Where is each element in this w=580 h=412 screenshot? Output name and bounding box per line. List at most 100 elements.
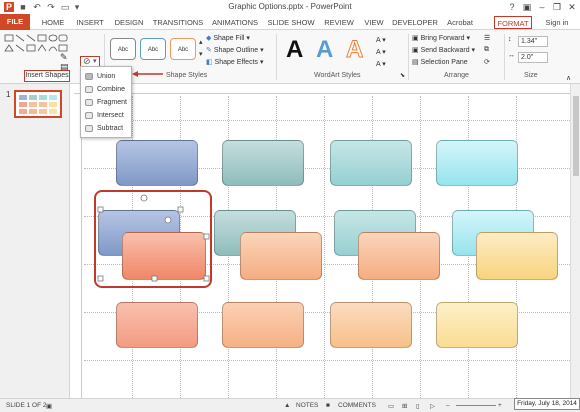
date-tooltip: Friday, July 18, 2014 bbox=[514, 398, 580, 410]
status-bar: SLIDE 1 OF 2 ▣ ▲ NOTES ■ COMMENTS ▭ ⊞ ▯ … bbox=[0, 398, 580, 412]
normal-view-icon[interactable]: ▭ bbox=[388, 402, 394, 410]
menu-item-intersect[interactable]: Intersect bbox=[81, 109, 131, 122]
slide-canvas[interactable] bbox=[84, 96, 570, 398]
wordart-style-2[interactable]: A bbox=[316, 36, 333, 64]
shape-height-input[interactable]: 1.34" bbox=[518, 36, 548, 47]
tab-format[interactable]: FORMAT bbox=[494, 16, 532, 29]
shape-effects-button[interactable]: ◧ Shape Effects ▾ bbox=[206, 58, 264, 66]
subtract-icon bbox=[85, 125, 93, 132]
text-effects-icon[interactable]: A ▾ bbox=[376, 60, 386, 68]
shape-rounded-rect[interactable] bbox=[436, 302, 518, 348]
shape-rounded-rect[interactable] bbox=[476, 232, 558, 280]
group-icon[interactable]: ⧉ bbox=[484, 46, 489, 54]
zoom-in-icon[interactable]: + bbox=[498, 402, 502, 409]
wordart-style-1[interactable]: A bbox=[286, 36, 303, 64]
title-bar: P ■ ↶ ↷ ▭ ▾ Graphic Options.pptx - Power… bbox=[0, 0, 580, 14]
tab-slide-show[interactable]: SLIDE SHOW bbox=[266, 16, 316, 29]
shape-rounded-rect[interactable] bbox=[116, 140, 198, 186]
shape-rounded-rect[interactable] bbox=[116, 302, 198, 348]
shape-styles-group-label: Shape Styles bbox=[166, 72, 208, 79]
align-icon[interactable]: ☰ bbox=[484, 34, 490, 42]
tab-insert[interactable]: INSERT bbox=[74, 16, 106, 29]
send-backward-button[interactable]: ▣ Send Backward ▾ bbox=[412, 46, 475, 54]
zoom-out-icon[interactable]: – bbox=[446, 402, 450, 409]
wordart-dialog-launcher-icon[interactable]: ⬊ bbox=[400, 72, 405, 79]
height-icon: ↕ bbox=[508, 36, 512, 43]
tab-review[interactable]: REVIEW bbox=[322, 16, 356, 29]
menu-item-label: Intersect bbox=[97, 112, 124, 119]
selection-pane-button[interactable]: ▤ Selection Pane bbox=[412, 58, 468, 66]
help-icon[interactable]: ? bbox=[505, 1, 519, 13]
menu-item-label: Subtract bbox=[97, 125, 124, 132]
shape-rounded-rect[interactable] bbox=[240, 232, 322, 280]
shape-fill-button[interactable]: ◆ Shape Fill ▾ bbox=[206, 34, 250, 42]
menu-item-subtract[interactable]: Subtract bbox=[81, 122, 131, 135]
tab-acrobat[interactable]: Acrobat bbox=[444, 16, 476, 29]
menu-item-union[interactable]: Union bbox=[81, 70, 131, 83]
arrange-group-label: Arrange bbox=[444, 72, 469, 79]
collapse-ribbon-icon[interactable]: ∧ bbox=[566, 74, 571, 82]
tab-file[interactable]: FILE bbox=[0, 14, 30, 30]
menu-item-label: Combine bbox=[97, 86, 126, 93]
shape-width-input[interactable]: 2.0" bbox=[518, 52, 548, 63]
tab-animations[interactable]: ANIMATIONS bbox=[210, 16, 260, 29]
intersect-icon bbox=[85, 112, 93, 119]
shape-rounded-rect[interactable] bbox=[436, 140, 518, 186]
close-button[interactable]: ✕ bbox=[565, 1, 579, 13]
shape-rounded-rect[interactable] bbox=[330, 302, 412, 348]
menu-item-label: Union bbox=[97, 73, 116, 80]
text-outline-icon[interactable]: A ▾ bbox=[376, 48, 386, 56]
shape-rounded-rect[interactable] bbox=[358, 232, 440, 280]
wordart-group-label: WordArt Styles bbox=[314, 72, 361, 79]
shape-style-1[interactable]: Abc bbox=[110, 38, 136, 60]
vertical-scrollbar[interactable] bbox=[570, 84, 580, 398]
shape-rounded-rect[interactable] bbox=[222, 302, 304, 348]
shape-style-2[interactable]: Abc bbox=[140, 38, 166, 60]
slides-pane: 1 bbox=[0, 84, 70, 398]
bring-forward-button[interactable]: ▣ Bring Forward ▾ bbox=[412, 34, 470, 42]
tab-developer[interactable]: DEVELOPER bbox=[392, 16, 438, 29]
menu-item-combine[interactable]: Combine bbox=[81, 83, 131, 96]
gallery-scroll-up-icon[interactable]: ▴ bbox=[199, 38, 203, 46]
tab-design[interactable]: DESIGN bbox=[112, 16, 146, 29]
sign-in-link[interactable]: Sign in bbox=[540, 16, 574, 29]
fragment-icon bbox=[85, 99, 93, 106]
text-fill-icon[interactable]: A ▾ bbox=[376, 36, 386, 44]
slide-thumbnail[interactable] bbox=[14, 90, 62, 118]
tab-view[interactable]: VIEW bbox=[362, 16, 386, 29]
shape-outline-button[interactable]: ✎ Shape Outline ▾ bbox=[206, 46, 264, 54]
restore-button[interactable]: ❐ bbox=[550, 1, 564, 13]
ribbon-divider bbox=[408, 34, 409, 80]
slide-sorter-icon[interactable]: ⊞ bbox=[402, 402, 407, 410]
send-backward-icon: ▣ bbox=[412, 47, 421, 54]
shape-style-3[interactable]: Abc bbox=[170, 38, 196, 60]
rotate-icon[interactable]: ⟳ bbox=[484, 58, 490, 66]
combine-icon bbox=[85, 86, 93, 93]
size-group-label: Size bbox=[524, 72, 538, 79]
notes-button[interactable]: NOTES bbox=[296, 402, 318, 409]
union-icon bbox=[85, 73, 93, 80]
tab-transitions[interactable]: TRANSITIONS bbox=[152, 16, 204, 29]
reading-view-icon[interactable]: ▯ bbox=[416, 402, 420, 410]
shape-fill-label: Shape Fill bbox=[213, 35, 245, 42]
chevron-down-icon: ▾ bbox=[93, 58, 97, 65]
ribbon-options-icon[interactable]: ▣ bbox=[520, 1, 534, 13]
scrollbar-thumb[interactable] bbox=[573, 96, 579, 176]
width-icon: ↔ bbox=[508, 52, 515, 59]
spelling-icon[interactable]: ▣ bbox=[46, 402, 52, 410]
shape-rounded-rect[interactable] bbox=[222, 140, 304, 186]
shape-rounded-rect[interactable] bbox=[330, 140, 412, 186]
menu-item-fragment[interactable]: Fragment bbox=[81, 96, 131, 109]
slideshow-view-icon[interactable]: ▷ bbox=[430, 402, 435, 410]
notes-icon: ▲ bbox=[284, 402, 291, 409]
comments-button[interactable]: COMMENTS bbox=[338, 402, 376, 409]
wordart-style-3[interactable]: A bbox=[345, 36, 363, 64]
tab-home[interactable]: HOME bbox=[38, 16, 68, 29]
zoom-slider[interactable] bbox=[456, 405, 496, 406]
minimize-button[interactable]: – bbox=[535, 1, 549, 13]
shape-outline-label: Shape Outline bbox=[213, 47, 259, 54]
selection-handles[interactable] bbox=[94, 194, 212, 284]
merge-shapes-menu: Union Combine Fragment Intersect Subtrac… bbox=[80, 66, 132, 138]
gallery-more-icon[interactable]: ▾ bbox=[199, 50, 203, 58]
comments-icon: ■ bbox=[326, 402, 330, 409]
